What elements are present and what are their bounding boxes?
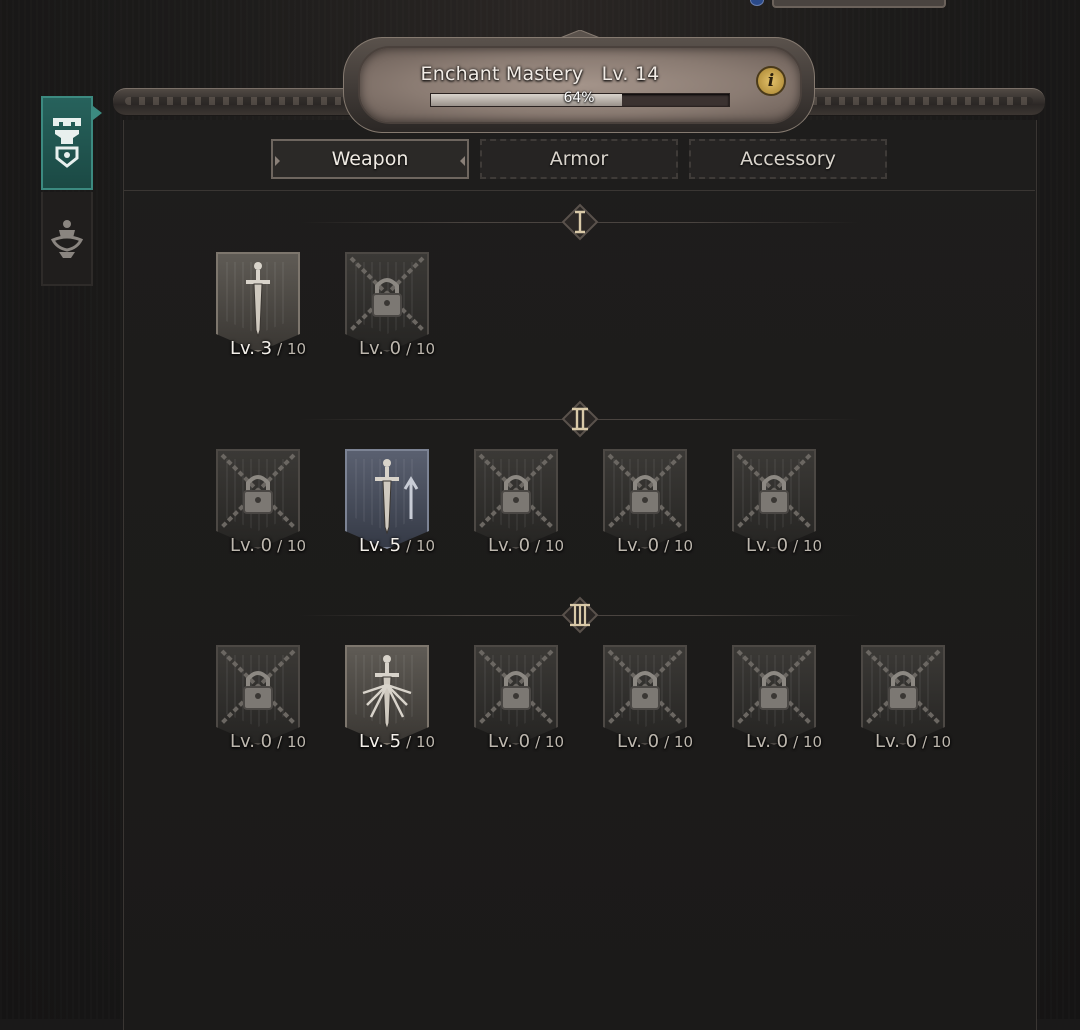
skill-level-max: / 10 — [664, 733, 694, 751]
skill-level-max: / 10 — [535, 537, 565, 555]
skill-node[interactable]: Lv. 5/ 10 — [345, 449, 435, 565]
lock-icon — [220, 649, 296, 725]
tier-label-III — [570, 603, 590, 627]
lock-icon — [736, 649, 812, 725]
skill-level: Lv. 3/ 10 — [206, 338, 330, 359]
skill-level-current: Lv. 0 — [229, 731, 273, 752]
skill-level-current: Lv. 0 — [874, 731, 918, 752]
skill-level-max: / 10 — [277, 340, 307, 358]
skill-node[interactable]: Lv. 0/ 10 — [474, 449, 564, 565]
lock-icon — [478, 649, 554, 725]
skill-level-max: / 10 — [922, 733, 952, 751]
info-icon[interactable]: i — [756, 66, 786, 96]
skill-node[interactable]: Lv. 0/ 10 — [345, 252, 435, 368]
header-plaque — [358, 46, 802, 124]
tab-accessory[interactable]: Accessory — [689, 139, 887, 179]
skill-node[interactable]: Lv. 0/ 10 — [216, 645, 306, 761]
lock-icon — [865, 649, 941, 725]
skill-node[interactable]: Lv. 0/ 10 — [603, 645, 693, 761]
tab-weapon[interactable]: Weapon — [271, 139, 469, 179]
skill-level-current: Lv. 5 — [358, 535, 402, 556]
skill-level-max: / 10 — [406, 340, 436, 358]
skill-level: Lv. 0/ 10 — [722, 535, 846, 556]
skill-level: Lv. 0/ 10 — [851, 731, 975, 752]
skill-level: Lv. 0/ 10 — [593, 535, 717, 556]
lock-icon — [607, 649, 683, 725]
tab-armor[interactable]: Armor — [480, 139, 678, 179]
skill-level-current: Lv. 0 — [358, 338, 402, 359]
lock-icon — [349, 256, 425, 332]
mastery-name: Enchant Mastery — [420, 63, 584, 85]
sword-arrow-icon — [375, 459, 419, 535]
skill-level-current: Lv. 0 — [616, 731, 660, 752]
skill-level-current: Lv. 0 — [616, 535, 660, 556]
mastery-level: Lv. 14 — [601, 63, 660, 85]
skill-level-current: Lv. 0 — [745, 535, 789, 556]
skill-node[interactable]: Lv. 0/ 10 — [216, 449, 306, 565]
tier-label-II — [572, 407, 588, 431]
skill-level: Lv. 0/ 10 — [722, 731, 846, 752]
skill-node[interactable]: Lv. 3/ 10 — [216, 252, 306, 368]
skill-level-current: Lv. 0 — [487, 731, 531, 752]
side-tab-enchant[interactable] — [41, 96, 102, 190]
skill-level-current: Lv. 3 — [229, 338, 273, 359]
skill-level-max: / 10 — [277, 537, 307, 555]
side-tab-artifact[interactable] — [41, 192, 93, 286]
skill-level-max: / 10 — [406, 733, 436, 751]
skill-level-max: / 10 — [535, 733, 565, 751]
lock-icon — [220, 453, 296, 529]
skill-level-current: Lv. 0 — [229, 535, 273, 556]
skill-level-current: Lv. 0 — [487, 535, 531, 556]
sword-burst-icon — [362, 655, 412, 731]
artifact-emblem-icon — [50, 220, 84, 258]
skill-level-current: Lv. 0 — [745, 731, 789, 752]
top-panel-stub[interactable] — [772, 0, 946, 8]
skill-node[interactable]: Lv. 0/ 10 — [603, 449, 693, 565]
sword-icon — [246, 262, 270, 338]
skill-level: Lv. 5/ 10 — [335, 535, 459, 556]
skill-level: Lv. 0/ 10 — [206, 535, 330, 556]
skill-level-max: / 10 — [406, 537, 436, 555]
skill-node[interactable]: Lv. 0/ 10 — [732, 449, 822, 565]
lock-icon — [478, 453, 554, 529]
skill-level: Lv. 0/ 10 — [206, 731, 330, 752]
skill-level-max: / 10 — [793, 537, 823, 555]
lock-icon — [736, 453, 812, 529]
skill-level: Lv. 0/ 10 — [464, 731, 588, 752]
skill-level-max: / 10 — [664, 537, 694, 555]
lock-icon — [607, 453, 683, 529]
skill-node[interactable]: Lv. 0/ 10 — [861, 645, 951, 761]
skill-node[interactable]: Lv. 5/ 10 — [345, 645, 435, 761]
skill-level-current: Lv. 5 — [358, 731, 402, 752]
skill-level-max: / 10 — [277, 733, 307, 751]
skill-level: Lv. 5/ 10 — [335, 731, 459, 752]
skill-level: Lv. 0/ 10 — [335, 338, 459, 359]
mastery-progress-text: 64% — [563, 90, 595, 106]
tier-label-I — [575, 210, 585, 234]
skill-level-max: / 10 — [793, 733, 823, 751]
skill-node[interactable]: Lv. 0/ 10 — [474, 645, 564, 761]
anvil-emblem-icon — [53, 118, 81, 168]
skill-level: Lv. 0/ 10 — [464, 535, 588, 556]
skill-node[interactable]: Lv. 0/ 10 — [732, 645, 822, 761]
skill-level: Lv. 0/ 10 — [593, 731, 717, 752]
mastery-title: Enchant Mastery Lv. 14 — [0, 63, 1080, 85]
tab-divider — [123, 190, 1035, 191]
